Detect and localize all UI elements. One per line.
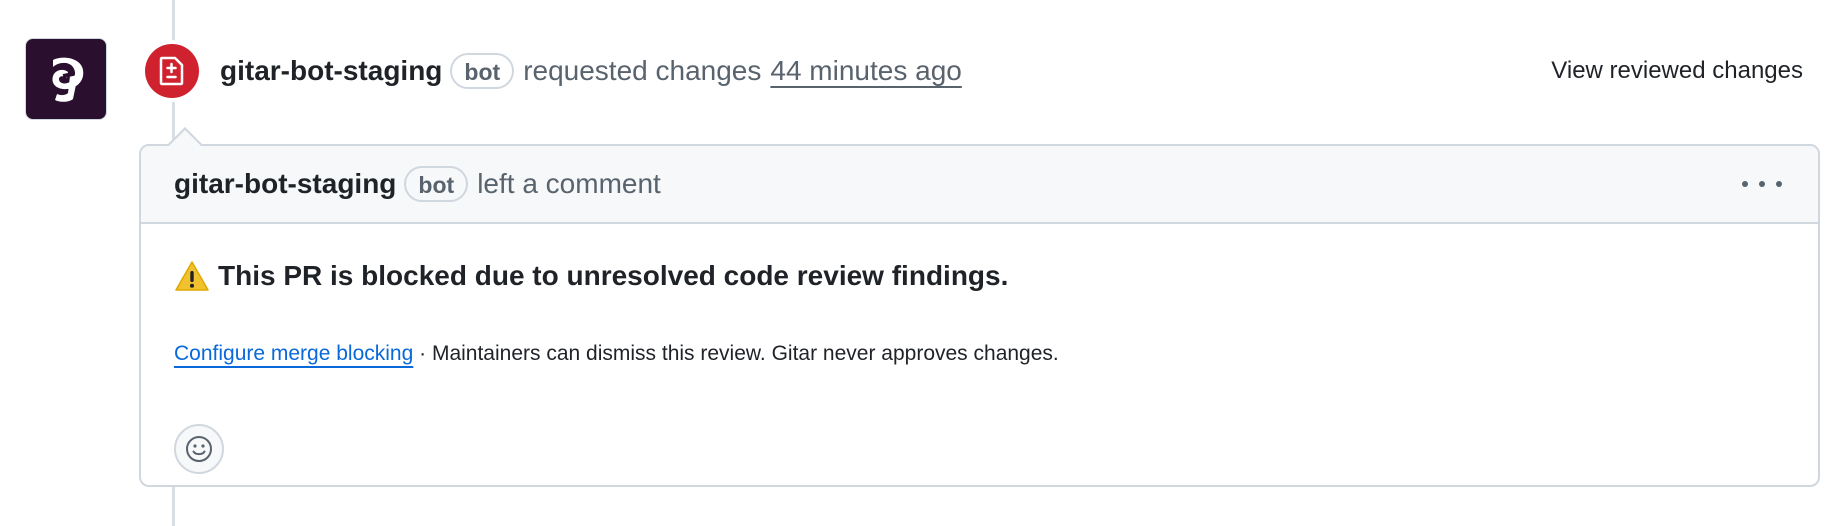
comment-action-text: left a comment — [477, 168, 661, 199]
changes-requested-badge — [145, 44, 199, 98]
merge-blocking-note: Configure merge blocking · Maintainers c… — [174, 342, 1059, 366]
review-header: gitar-bot-staging bot requested changes … — [220, 51, 962, 91]
bot-label: bot — [450, 53, 515, 89]
add-reaction-button[interactable] — [174, 424, 224, 474]
gitar-logo-icon — [52, 57, 84, 102]
warning-icon — [175, 261, 209, 291]
file-diff-icon — [159, 56, 184, 86]
review-timestamp-link[interactable]: 44 minutes ago — [770, 55, 961, 87]
comment-header: gitar-bot-staging bot left a comment — [141, 146, 1818, 224]
smiley-icon — [186, 436, 212, 462]
kebab-horizontal-icon[interactable] — [1742, 170, 1782, 198]
headline-text: This PR is blocked due to unresolved cod… — [218, 260, 1009, 291]
configure-merge-blocking-link[interactable]: Configure merge blocking — [174, 342, 413, 365]
pr-review-timeline-item: gitar-bot-staging bot requested changes … — [0, 0, 1848, 526]
avatar[interactable] — [25, 38, 107, 120]
view-reviewed-changes-link[interactable]: View reviewed changes — [1551, 57, 1803, 85]
review-action-text: requested changes — [523, 55, 762, 86]
comment-author-link[interactable]: gitar-bot-staging — [174, 168, 396, 200]
review-comment-card: gitar-bot-staging bot left a comment Thi… — [139, 144, 1820, 487]
bot-label: bot — [404, 166, 469, 202]
review-author-link[interactable]: gitar-bot-staging — [220, 55, 442, 87]
blocked-headline: This PR is blocked due to unresolved cod… — [174, 260, 1008, 292]
note-text: · Maintainers can dismiss this review. G… — [413, 342, 1059, 365]
